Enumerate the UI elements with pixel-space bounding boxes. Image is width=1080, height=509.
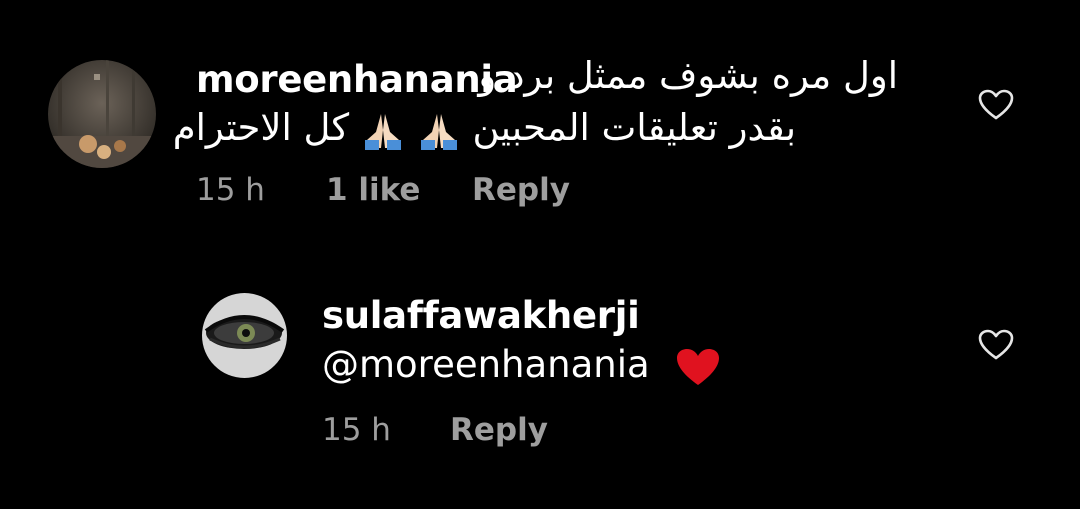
- comment-likes-count[interactable]: 1 like: [326, 172, 420, 208]
- avatar[interactable]: [48, 60, 156, 168]
- reply-button[interactable]: Reply: [472, 172, 570, 208]
- like-heart-icon[interactable]: [978, 329, 1014, 361]
- comment-text: @moreenhanania: [322, 343, 721, 387]
- red-heart-emoji: [677, 348, 720, 385]
- comment-text: كل الاحترام: [172, 106, 350, 149]
- like-heart-icon[interactable]: [978, 89, 1014, 121]
- folded-hands-emoji: [420, 113, 457, 150]
- mention-link[interactable]: @moreenhanania: [322, 343, 650, 386]
- comment-text: اول مره بشوف ممثل برد و: [478, 54, 898, 97]
- comment-timestamp: 15 h: [322, 412, 391, 448]
- comment-timestamp: 15 h: [196, 172, 265, 208]
- comment-text: بقدر تعليقات المحبين: [472, 106, 796, 149]
- comment-text-line-2: بقدر تعليقات المحبين كل الاحترام: [173, 106, 796, 150]
- comment-username[interactable]: moreenhanania: [196, 58, 518, 101]
- avatar[interactable]: [202, 293, 287, 378]
- reply-button[interactable]: Reply: [450, 412, 548, 448]
- comment-username[interactable]: sulaffawakherji: [322, 294, 640, 337]
- folded-hands-emoji: [364, 113, 401, 150]
